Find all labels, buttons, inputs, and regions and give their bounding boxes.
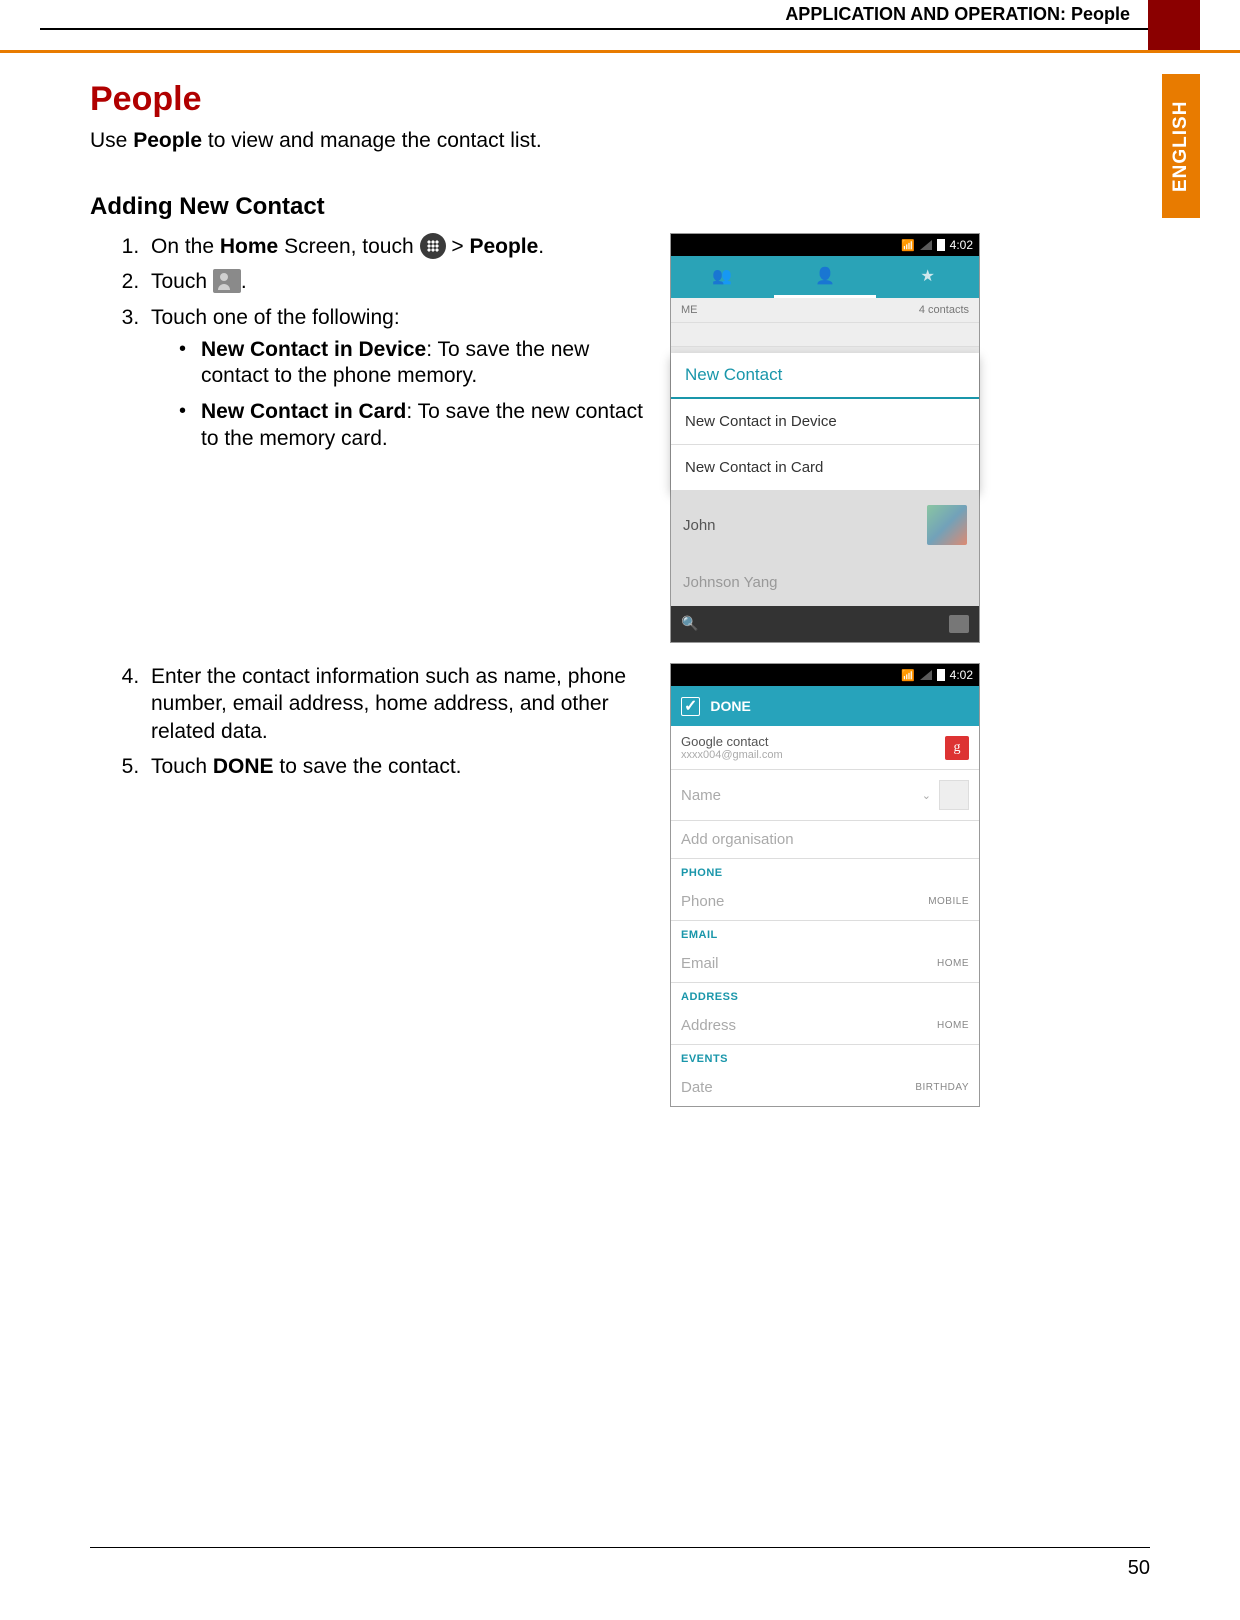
- contact-johnson[interactable]: Johnson Yang: [671, 560, 979, 606]
- address-type[interactable]: HOME: [937, 1020, 969, 1031]
- date-field: Date: [681, 1079, 915, 1096]
- name-field-row[interactable]: Name ⌄: [671, 770, 979, 821]
- status-time: 4:02: [950, 238, 973, 252]
- new-contact-popup: New Contact New Contact in Device New Co…: [671, 353, 979, 491]
- intro-text: Use People to view and manage the contac…: [90, 129, 1150, 153]
- org-field-row[interactable]: Add organisation: [671, 821, 979, 859]
- search-icon[interactable]: [681, 615, 698, 633]
- add-contact-icon: [213, 269, 241, 293]
- sub-bullets: New Contact in Device: To save the new c…: [151, 337, 650, 452]
- popup-option-device[interactable]: New Contact in Device: [671, 399, 979, 445]
- status-time-2: 4:02: [950, 668, 973, 682]
- step-3: Touch one of the following: New Contact …: [145, 304, 650, 452]
- tab-all[interactable]: 👤: [774, 256, 877, 298]
- account-label: Google contact: [681, 734, 783, 749]
- phone-field: Phone: [681, 893, 928, 910]
- people-tabbar: 👥 👤 ★: [671, 256, 979, 298]
- status-bar: 4:02: [671, 234, 979, 256]
- section-phone: PHONE: [671, 859, 979, 883]
- name-field: Name: [681, 787, 916, 804]
- steps-list-cont: Enter the contact information such as na…: [90, 663, 650, 780]
- popup-title: New Contact: [671, 353, 979, 399]
- contact-thumb: [927, 505, 967, 545]
- me-row[interactable]: ME 4 contacts: [671, 298, 979, 323]
- step-1: On the Home Screen, touch > People.: [145, 233, 650, 260]
- address-field-row[interactable]: Address HOME: [671, 1007, 979, 1045]
- footer-rule: [90, 1547, 1150, 1548]
- language-tab: ENGLISH: [1162, 74, 1200, 218]
- add-contact-bottom-icon[interactable]: [949, 615, 969, 633]
- steps-list: On the Home Screen, touch > People. Touc…: [90, 233, 650, 452]
- tab-groups[interactable]: 👥: [671, 256, 774, 298]
- apps-icon: [420, 233, 446, 259]
- expand-icon[interactable]: ⌄: [922, 789, 931, 802]
- section-row-1: On the Home Screen, touch > People. Touc…: [90, 233, 1150, 643]
- signal-icon: [920, 240, 932, 250]
- done-bar[interactable]: DONE: [671, 686, 979, 726]
- event-type[interactable]: BIRTHDAY: [915, 1082, 969, 1093]
- battery-icon: [937, 669, 945, 681]
- page-number: 50: [1128, 1557, 1150, 1580]
- person-icon: 👤: [815, 266, 835, 286]
- signal-icon: [920, 670, 932, 680]
- screenshot-contact-form: 4:02 DONE Google contact xxxx004@gmail.c…: [670, 663, 980, 1107]
- date-field-row[interactable]: Date BIRTHDAY: [671, 1069, 979, 1106]
- status-bar-2: 4:02: [671, 664, 979, 686]
- google-badge-icon: g: [945, 736, 969, 760]
- phone-field-row[interactable]: Phone MOBILE: [671, 883, 979, 921]
- step-4: Enter the contact information such as na…: [145, 663, 650, 745]
- email-type[interactable]: HOME: [937, 958, 969, 969]
- bullet-card: New Contact in Card: To save the new con…: [179, 399, 650, 452]
- email-field: Email: [681, 955, 937, 972]
- manual-page: APPLICATION AND OPERATION: People ENGLIS…: [0, 0, 1240, 1620]
- header-rule: [40, 28, 1200, 30]
- account-row[interactable]: Google contact xxxx004@gmail.com g: [671, 726, 979, 770]
- wifi-icon: [901, 238, 915, 252]
- section-email: EMAIL: [671, 921, 979, 945]
- account-email: xxxx004@gmail.com: [681, 749, 783, 761]
- header-orange-rule: [0, 50, 1240, 53]
- page-title: People: [90, 80, 1150, 119]
- contact-form: Google contact xxxx004@gmail.com g Name …: [671, 726, 979, 1106]
- step-5: Touch DONE to save the contact.: [145, 753, 650, 780]
- email-field-row[interactable]: Email HOME: [671, 945, 979, 983]
- steps-col-1: On the Home Screen, touch > People. Touc…: [90, 233, 650, 462]
- steps-col-2: Enter the contact information such as na…: [90, 663, 650, 788]
- section-letter: [671, 323, 979, 347]
- done-label: DONE: [710, 698, 750, 714]
- contact-john[interactable]: John: [671, 491, 979, 560]
- star-icon: ★: [921, 266, 935, 286]
- screenshot-new-contact-popup: 4:02 👥 👤 ★ ME 4 contacts New Contact Ne: [670, 233, 980, 643]
- content-area: People Use People to view and manage the…: [90, 0, 1150, 1107]
- popup-option-card[interactable]: New Contact in Card: [671, 445, 979, 491]
- photo-placeholder[interactable]: [939, 780, 969, 810]
- step-2: Touch .: [145, 268, 650, 295]
- check-icon: [681, 696, 700, 716]
- header-breadcrumb: APPLICATION AND OPERATION: People: [785, 4, 1130, 25]
- wifi-icon: [901, 668, 915, 682]
- bullet-device: New Contact in Device: To save the new c…: [179, 337, 650, 390]
- section-row-2: Enter the contact information such as na…: [90, 663, 1150, 1107]
- section-events: EVENTS: [671, 1045, 979, 1069]
- people-list: ME 4 contacts New Contact New Contact in…: [671, 298, 979, 606]
- bottom-bar: [671, 606, 979, 642]
- org-field: Add organisation: [681, 831, 969, 848]
- groups-icon: 👥: [712, 266, 732, 286]
- battery-icon: [937, 239, 945, 251]
- phone-type[interactable]: MOBILE: [928, 896, 969, 907]
- header-corner-block: [1148, 0, 1200, 50]
- section-address: ADDRESS: [671, 983, 979, 1007]
- tab-favorites[interactable]: ★: [876, 256, 979, 298]
- address-field: Address: [681, 1017, 937, 1034]
- section-heading: Adding New Contact: [90, 193, 1150, 221]
